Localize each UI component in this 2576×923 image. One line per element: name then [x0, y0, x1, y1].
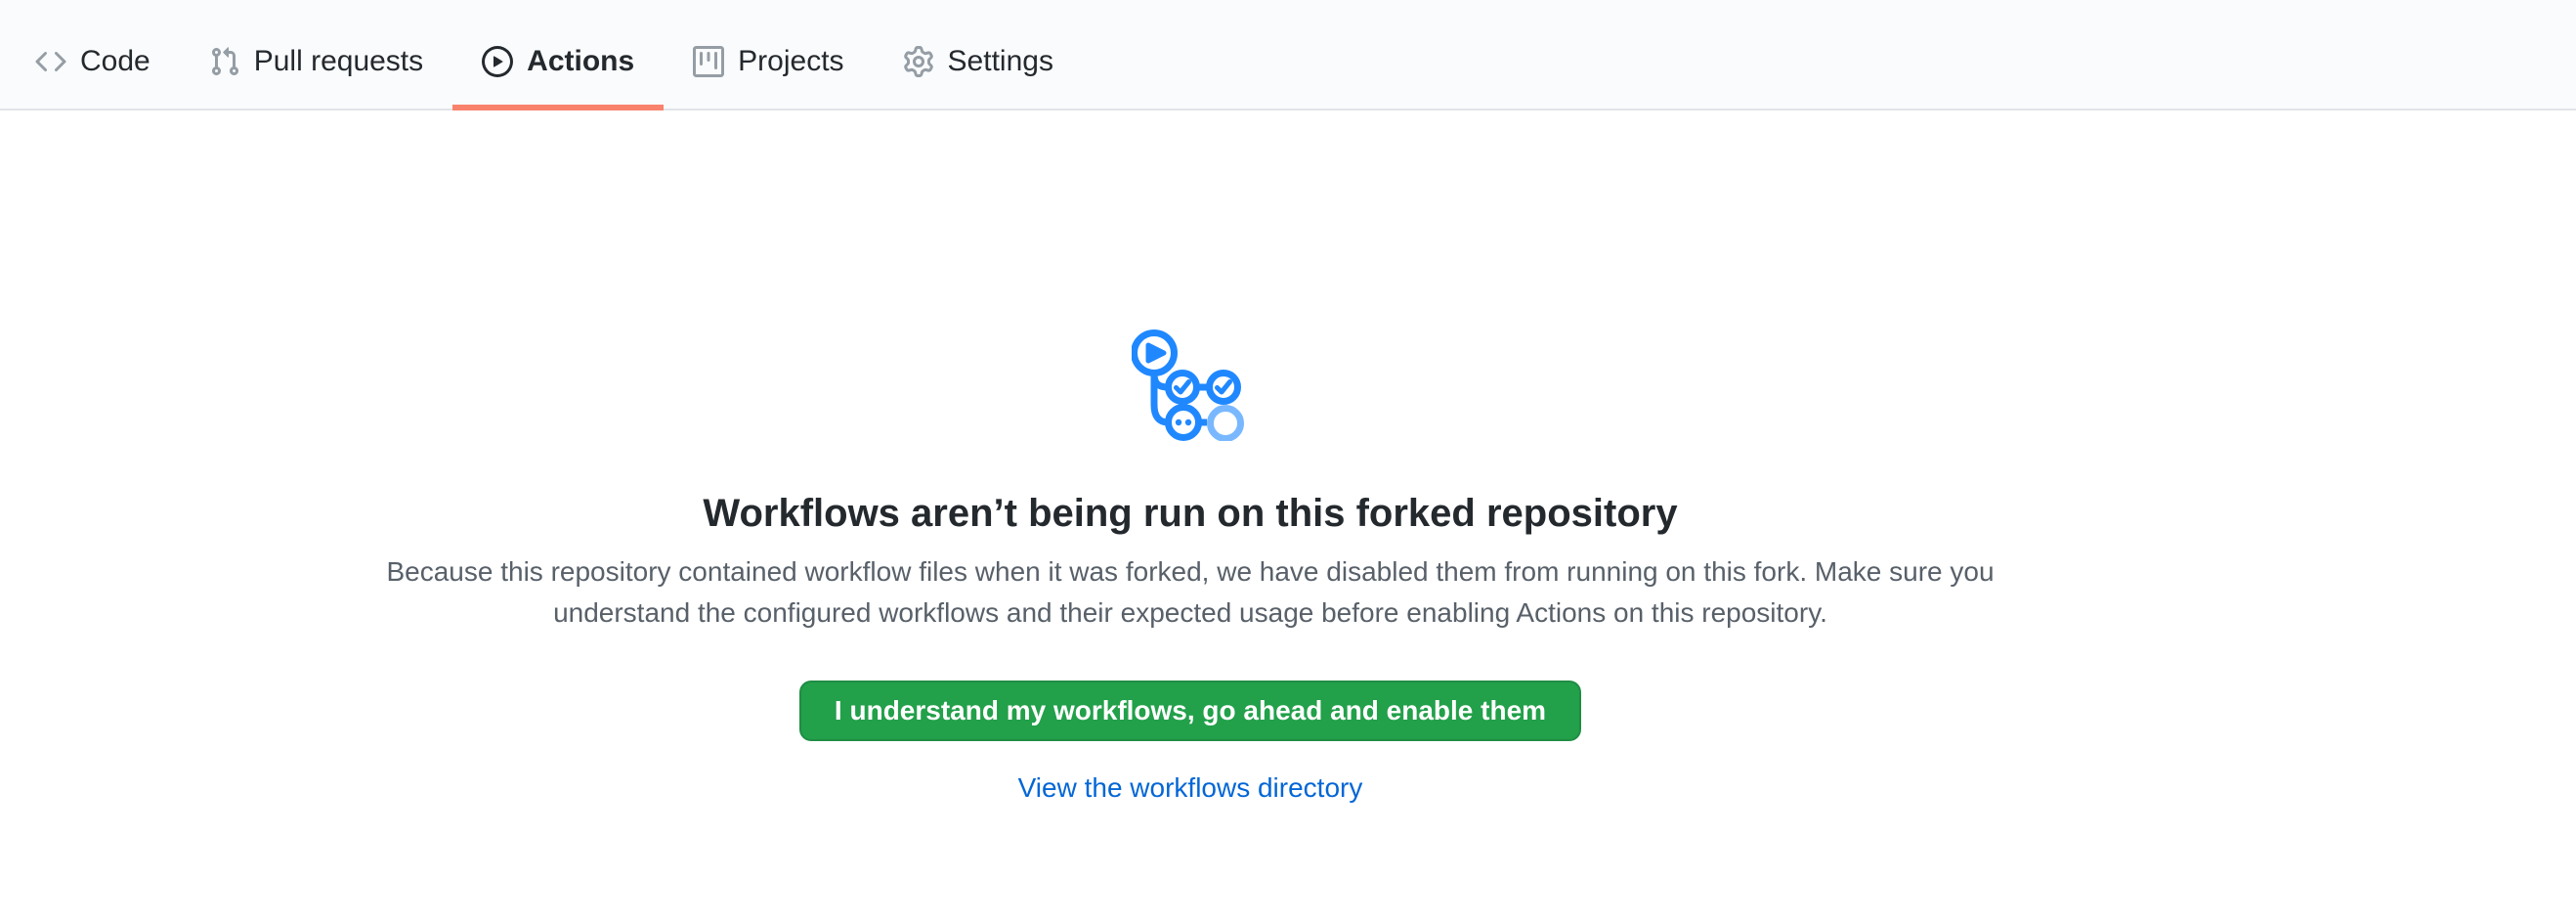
tab-code[interactable]: Code	[6, 0, 180, 109]
gear-icon	[903, 46, 934, 77]
tab-settings[interactable]: Settings	[874, 0, 1083, 109]
tab-actions[interactable]: Actions	[452, 0, 664, 109]
tab-actions-label: Actions	[527, 47, 634, 76]
tab-settings-label: Settings	[948, 47, 1053, 76]
enable-workflows-button[interactable]: I understand my workflows, go ahead and …	[799, 681, 1581, 741]
tab-pull-requests[interactable]: Pull requests	[180, 0, 452, 109]
actions-blankslate: Workflows aren’t being run on this forke…	[0, 110, 2576, 804]
blankslate-description: Because this repository contained workfl…	[360, 551, 2021, 634]
project-board-icon	[693, 46, 724, 77]
git-pull-request-icon	[209, 46, 240, 77]
workflow-graph-icon	[1132, 330, 1249, 441]
page-title: Workflows aren’t being run on this forke…	[0, 492, 2381, 536]
play-circle-icon	[482, 46, 513, 77]
tab-projects-label: Projects	[738, 47, 843, 76]
tab-pull-requests-label: Pull requests	[254, 47, 423, 76]
tab-projects[interactable]: Projects	[664, 0, 873, 109]
repo-tab-nav: Code Pull requests Actions Projects Sett…	[0, 0, 2576, 110]
view-workflows-directory-link[interactable]: View the workflows directory	[1018, 772, 1363, 803]
tab-code-label: Code	[80, 47, 150, 76]
code-icon	[35, 46, 66, 77]
